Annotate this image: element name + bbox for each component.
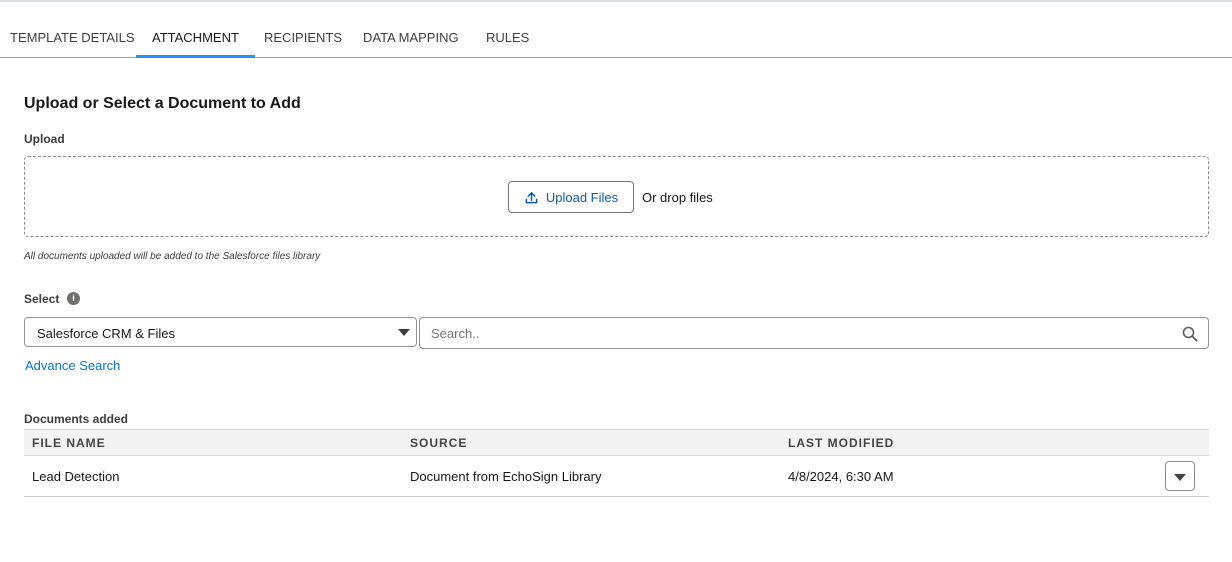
file-name-cell: Lead Detection	[32, 469, 120, 484]
tab-data-mapping[interactable]: DATA MAPPING	[363, 30, 459, 57]
tab-attachment[interactable]: ATTACHMENT	[136, 30, 255, 58]
source-select[interactable]: Salesforce CRM & Files	[24, 317, 417, 347]
documents-table: FILE NAME SOURCE LAST MODIFIED Lead Dete…	[24, 429, 1209, 497]
upload-note: All documents uploaded will be added to …	[24, 251, 321, 262]
chevron-down-icon	[1174, 474, 1186, 481]
document-search	[419, 317, 1209, 349]
table-row: Lead Detection Document from EchoSign Li…	[24, 456, 1209, 497]
upload-files-label: Upload Files	[545, 189, 619, 205]
tab-template-details[interactable]: TEMPLATE DETAILS	[10, 30, 135, 57]
info-icon[interactable]: i	[67, 292, 80, 305]
source-select-value: Salesforce CRM & Files	[37, 326, 175, 341]
column-header-file-name[interactable]: FILE NAME	[32, 436, 106, 450]
column-header-source[interactable]: SOURCE	[410, 436, 467, 450]
upload-files-button[interactable]: Upload Files	[508, 181, 634, 213]
table-header: FILE NAME SOURCE LAST MODIFIED	[24, 429, 1209, 456]
tab-bar: TEMPLATE DETAILS ATTACHMENT RECIPIENTS D…	[0, 0, 1232, 58]
tab-recipients[interactable]: RECIPIENTS	[264, 30, 342, 57]
row-actions-button[interactable]	[1165, 461, 1195, 491]
source-cell: Document from EchoSign Library	[410, 469, 602, 484]
last-modified-cell: 4/8/2024, 6:30 AM	[788, 469, 894, 484]
select-label: Select	[24, 292, 60, 306]
documents-added-label: Documents added	[24, 412, 129, 426]
advance-search-link[interactable]: Advance Search	[25, 358, 120, 373]
search-input[interactable]	[431, 318, 1171, 348]
upload-icon	[525, 191, 538, 203]
drop-files-text: Or drop files	[642, 190, 713, 205]
tab-rules[interactable]: RULES	[486, 30, 529, 57]
search-icon[interactable]	[1182, 326, 1198, 342]
section-title: Upload or Select a Document to Add	[24, 95, 301, 112]
column-header-last-modified[interactable]: LAST MODIFIED	[788, 436, 894, 450]
upload-label: Upload	[24, 132, 65, 146]
chevron-down-icon	[398, 329, 410, 336]
